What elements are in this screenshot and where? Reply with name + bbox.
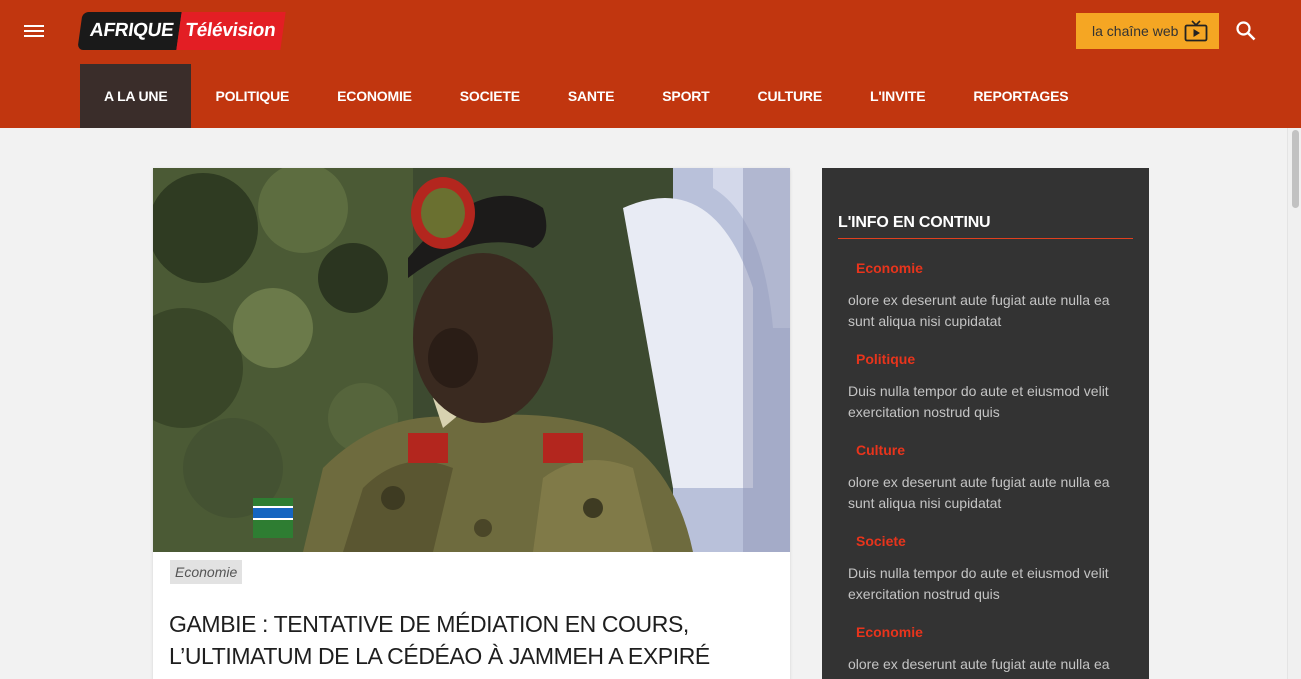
sidebar-heading: L'INFO EN CONTINU xyxy=(838,214,1133,239)
featured-article-card[interactable]: Economie GAMBIE : TENTATIVE DE MÉDIATION… xyxy=(153,168,790,679)
site-header: AFRIQUE Télévision la chaîne web A LA UN… xyxy=(0,0,1301,128)
search-icon[interactable] xyxy=(1235,20,1257,42)
logo-text-television: Télévision xyxy=(176,12,287,50)
page-scrollbar[interactable] xyxy=(1287,128,1301,679)
main-navigation: A LA UNE POLITIQUE ECONOMIE SOCIETE SANT… xyxy=(80,64,1092,128)
feed-item-category[interactable]: Societe xyxy=(856,533,1128,549)
live-news-sidebar: L'INFO EN CONTINU Economie olore ex dese… xyxy=(822,168,1149,679)
nav-item-a-la-une[interactable]: A LA UNE xyxy=(80,64,192,128)
article-title[interactable]: GAMBIE : TENTATIVE DE MÉDIATION EN COURS… xyxy=(169,608,769,672)
article-photo[interactable] xyxy=(153,168,790,552)
feed-item-category[interactable]: Economie xyxy=(856,624,1128,640)
nav-item-culture[interactable]: CULTURE xyxy=(734,64,846,128)
feed-item-text[interactable]: olore ex deserunt aute fugiat aute nulla… xyxy=(848,654,1128,679)
article-category-tag[interactable]: Economie xyxy=(170,560,243,584)
feed-item-text[interactable]: Duis nulla tempor do aute et eiusmod vel… xyxy=(848,381,1128,423)
tv-play-icon xyxy=(1185,20,1208,42)
feed-item[interactable]: Societe Duis nulla tempor do aute et eiu… xyxy=(848,533,1128,605)
feed-item-text[interactable]: olore ex deserunt aute fugiat aute nulla… xyxy=(848,290,1128,332)
nav-item-linvite[interactable]: L'INVITE xyxy=(846,64,949,128)
nav-item-sport[interactable]: SPORT xyxy=(638,64,733,128)
feed-item[interactable]: Politique Duis nulla tempor do aute et e… xyxy=(848,351,1128,423)
web-channel-label: la chaîne web xyxy=(1092,23,1179,39)
web-channel-button[interactable]: la chaîne web xyxy=(1076,13,1219,49)
feed-item[interactable]: Economie olore ex deserunt aute fugiat a… xyxy=(848,624,1128,679)
nav-item-sante[interactable]: SANTE xyxy=(544,64,638,128)
scrollbar-thumb[interactable] xyxy=(1292,130,1299,208)
site-logo[interactable]: AFRIQUE Télévision xyxy=(77,12,287,50)
feed-item-category[interactable]: Culture xyxy=(856,442,1128,458)
nav-item-societe[interactable]: SOCIETE xyxy=(436,64,544,128)
nav-item-economie[interactable]: ECONOMIE xyxy=(313,64,436,128)
logo-text-afrique: AFRIQUE xyxy=(77,12,183,50)
nav-item-politique[interactable]: POLITIQUE xyxy=(191,64,313,128)
feed-item-text[interactable]: Duis nulla tempor do aute et eiusmod vel… xyxy=(848,563,1128,605)
feed-item[interactable]: Culture olore ex deserunt aute fugiat au… xyxy=(848,442,1128,514)
feed-item-text[interactable]: olore ex deserunt aute fugiat aute nulla… xyxy=(848,472,1128,514)
nav-item-reportages[interactable]: REPORTAGES xyxy=(949,64,1092,128)
menu-icon[interactable] xyxy=(24,22,48,42)
feed-item[interactable]: Economie olore ex deserunt aute fugiat a… xyxy=(848,260,1128,332)
feed-item-category[interactable]: Economie xyxy=(856,260,1128,276)
feed-item-category[interactable]: Politique xyxy=(856,351,1128,367)
